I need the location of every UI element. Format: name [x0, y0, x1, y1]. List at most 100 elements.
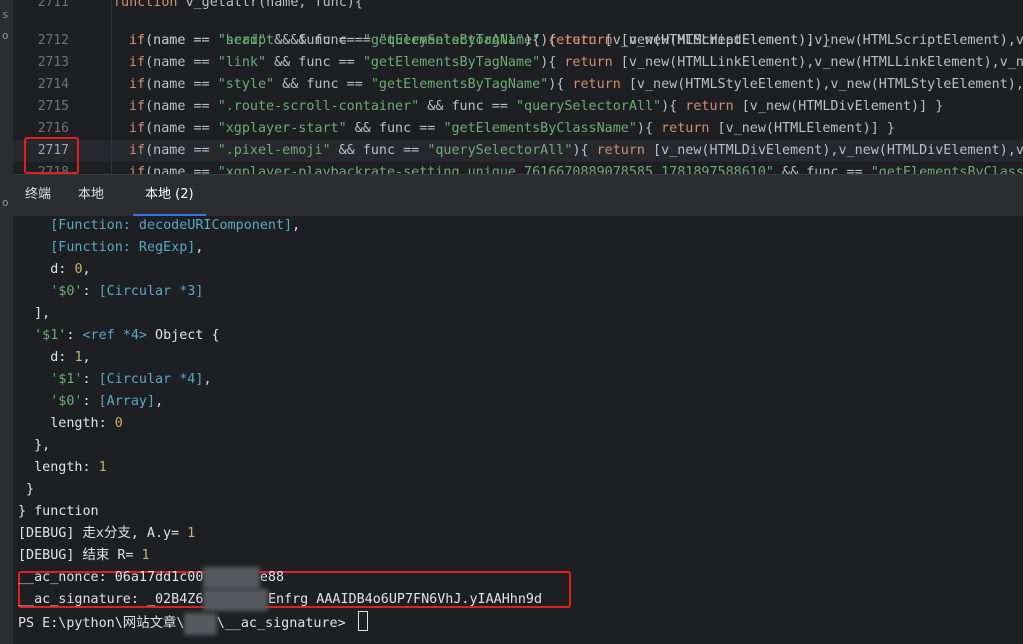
terminal-token: length: [18, 460, 99, 475]
line-number: 2715 [37, 99, 69, 114]
terminal-token: , [155, 394, 164, 409]
terminal-line: } [18, 479, 34, 501]
code-line: if(name == "link" && func == "getElement… [129, 52, 1023, 74]
terminal-token: 1 [98, 460, 107, 475]
code-token: (name == [145, 143, 218, 158]
terminal-token: [Circular *4] [98, 372, 204, 387]
code-token: if [129, 33, 146, 48]
code-token: && func == [274, 77, 371, 92]
terminal-token: , [82, 350, 91, 365]
terminal-line: length: 1 [18, 457, 107, 479]
code-token: [v_new(HTMLDivElement),v_new(HTMLDivElem… [645, 143, 1023, 158]
terminal-token: __ac_nonce: 06a17dd1c00 [18, 570, 204, 585]
code-token: return [685, 99, 734, 114]
redacted-text: 0000000 [203, 567, 260, 589]
terminal-token: 0 [114, 416, 123, 431]
code-token: (name == [145, 165, 218, 174]
terminal-cursor[interactable] [357, 611, 368, 631]
terminal-token: }, [18, 438, 51, 453]
code-token: "querySelectorAll" [378, 33, 525, 48]
terminal-line: [DEBUG] 结束 R= 1 [18, 545, 150, 567]
terminal-line: [DEBUG] 走x分支, A.y= 1 [18, 523, 195, 545]
line-number: 2711 [37, 0, 69, 10]
tab-terminal[interactable]: 终端 [13, 175, 63, 216]
terminal-token: [Function: RegExp] [50, 240, 196, 255]
code-token: [v_new(HTMLScriptElement),v_new(HTMLScri… [596, 33, 1023, 48]
terminal-token: ], [18, 306, 51, 321]
code-token: if [129, 99, 146, 114]
terminal-token: : [82, 372, 99, 387]
tab-local[interactable]: 本地 [66, 175, 116, 216]
code-line: function v_getattr(name, func){ [113, 0, 363, 14]
annotation-box-line-number [24, 137, 79, 174]
tab-local-label: 本地 [78, 187, 105, 202]
terminal-token: , [82, 262, 91, 277]
code-token: function [113, 0, 186, 10]
code-token: ".route-scroll-container" [217, 99, 420, 114]
terminal-token: PS E:\python\网站文章\ [18, 616, 185, 631]
terminal-token: d: [18, 350, 75, 365]
code-token: && func == [282, 33, 379, 48]
terminal-line: } function [18, 501, 99, 523]
code-token: "querySelectorAll" [427, 143, 573, 158]
terminal-line: '$1': <ref *4> Object { [18, 325, 219, 347]
code-token: && func == [330, 143, 428, 158]
terminal-line: [Function: decodeURIComponent], [18, 216, 300, 237]
tab-local-2-label: 本地 (2) [145, 187, 194, 202]
terminal-token: 0 [74, 262, 83, 277]
code-token: return [596, 143, 645, 158]
code-token: ".pixel-emoji" [217, 143, 331, 158]
line-number: 2712 [37, 33, 69, 48]
code-token: (name == [145, 77, 218, 92]
terminal-token: [DEBUG] 结束 R= [18, 548, 142, 563]
code-line: if(name == "xgplayer-playbackrate-settin… [129, 162, 1023, 174]
code-token: ){ [661, 99, 686, 114]
terminal-token: 1 [74, 350, 83, 365]
code-token: [v_new(HTMLStyleElement),v_new(HTMLStyle… [620, 77, 1023, 92]
terminal-token: , [203, 372, 212, 387]
code-area[interactable]: function v_getattr(name, func){if(name =… [113, 0, 1023, 174]
code-token: "getElementsByTagName" [370, 77, 549, 92]
terminal-token: \__ac_signature> [216, 616, 354, 631]
terminal-line: [Function: RegExp], [18, 237, 203, 259]
code-line: if(name == "script" && func == "querySel… [129, 30, 1023, 52]
code-token: if [129, 55, 146, 70]
tab-local-2[interactable]: 本地 (2) [133, 175, 206, 216]
terminal-token: d: [18, 262, 75, 277]
terminal-token: 1 [187, 526, 196, 541]
terminal-line: ], [18, 303, 50, 325]
terminal-token: 1 [141, 548, 150, 563]
terminal-line: __ac_signature: _02B4Z6wa000000Enfrg AAA… [18, 589, 542, 611]
code-token: && func == [346, 121, 444, 136]
terminal-line: '$1': [Circular *4], [18, 369, 212, 391]
redacted-text: wa000000 [203, 589, 268, 611]
code-line: if(name == ".pixel-emoji" && func == "qu… [129, 140, 1023, 162]
shell-prompt: PS E:\python\网站文章\xxxx\__ac_signature> [18, 611, 368, 635]
terminal-token: [Circular *3] [98, 284, 204, 299]
code-line: if(name == "xgplayer-start" && func == "… [129, 118, 895, 140]
code-token: if [129, 143, 146, 158]
redacted-text: xxxx [184, 613, 217, 635]
terminal-token: , [292, 218, 301, 233]
terminal-line: d: 0, [18, 259, 91, 281]
terminal-token: : [66, 328, 83, 343]
terminal-output[interactable]: [Function: decodeURIComponent], [Functio… [13, 216, 1023, 644]
terminal-token: Enfrg AAAIDB4o6UP7FN6VhJ.yIAAHhn9d [267, 592, 543, 607]
code-token: return [572, 77, 621, 92]
code-token: && func == [773, 165, 871, 174]
indent-guide [111, 0, 112, 174]
terminal-token: e88 [259, 570, 285, 585]
terminal-line: '$0': [Array], [18, 391, 163, 413]
terminal-line: d: 1, [18, 347, 91, 369]
line-number: 2713 [37, 55, 69, 70]
code-editor[interactable]: 271127122712271327142715271627172718 fun… [13, 0, 1023, 174]
terminal-tab-bar: 终端 本地 本地 (2) [13, 174, 1023, 216]
terminal-token: [Array] [98, 394, 156, 409]
code-token: if [129, 77, 146, 92]
terminal-token: <ref *4> [82, 328, 148, 343]
code-token: v_getattr(name, func){ [185, 0, 363, 10]
